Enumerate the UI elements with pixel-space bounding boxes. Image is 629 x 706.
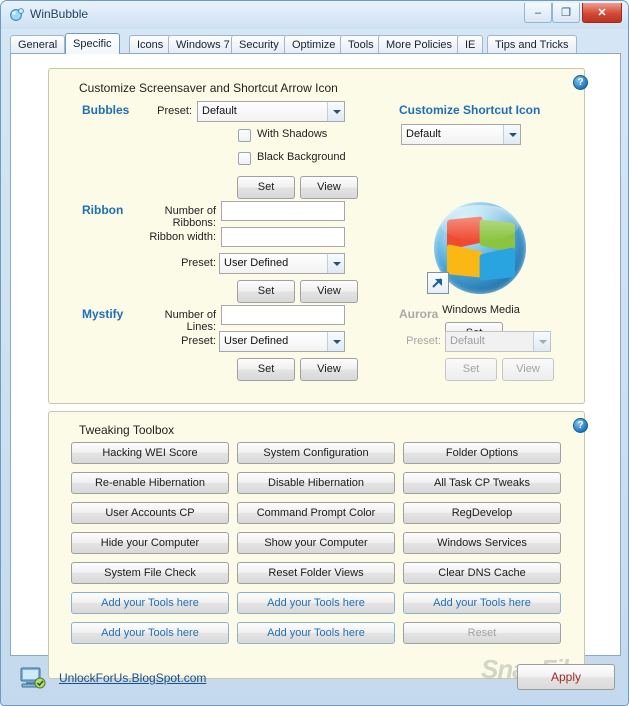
mystify-preset-value: User Defined <box>224 335 289 347</box>
bubbles-preset-combo[interactable]: Default <box>197 101 345 122</box>
bubbles-set-button[interactable]: Set <box>237 176 295 199</box>
chevron-down-icon <box>533 332 550 351</box>
computer-icon <box>20 666 46 690</box>
toolbox-button-hacking-wei-score[interactable]: Hacking WEI Score <box>71 442 229 464</box>
status-bar: UnlockForUs.BlogSpot.com Apply <box>10 658 621 697</box>
toolbox-button-disable-hibernation[interactable]: Disable Hibernation <box>237 472 395 494</box>
toolbox-button-regdevelop[interactable]: RegDevelop <box>403 502 561 524</box>
close-button[interactable]: ✕ <box>582 3 622 23</box>
toolbox-button-command-prompt-color[interactable]: Command Prompt Color <box>237 502 395 524</box>
toolbox-button-show-your-computer[interactable]: Show your Computer <box>237 532 395 554</box>
ribbon-preset-combo[interactable]: User Defined <box>219 253 345 274</box>
tab-icons[interactable]: Icons <box>129 35 172 54</box>
winbubble-icon <box>9 7 25 23</box>
tab-optimize[interactable]: Optimize <box>284 35 344 54</box>
ribbon-view-button[interactable]: View <box>300 280 358 303</box>
help-icon[interactable]: ? <box>573 418 588 433</box>
ribbon-width-input[interactable] <box>221 227 345 247</box>
toolbox-button-folder-options[interactable]: Folder Options <box>403 442 561 464</box>
shortcut-section-label: Customize Shortcut Icon <box>399 103 541 117</box>
tab-more-policies[interactable]: More Policies <box>378 35 461 54</box>
ribbon-section-label: Ribbon <box>82 203 124 217</box>
mystify-view-button[interactable]: View <box>300 358 358 381</box>
toolbox-button-system-configuration[interactable]: System Configuration <box>237 442 395 464</box>
black-background-label: Black Background <box>257 151 346 163</box>
tab-windows-7[interactable]: Windows 7 <box>168 35 238 54</box>
aurora-preset-value: Default <box>450 335 485 347</box>
mystify-preset-label: Preset: <box>181 335 216 347</box>
toolbox-button-add-your-tools-1[interactable]: Add your Tools here <box>71 592 229 614</box>
website-link[interactable]: UnlockForUs.BlogSpot.com <box>59 671 206 685</box>
ribbon-number-input[interactable] <box>221 201 345 221</box>
mystify-section-label: Mystify <box>82 307 124 321</box>
checkbox-box[interactable] <box>238 152 251 165</box>
title-bar: WinBubble – ❐ ✕ <box>1 1 628 29</box>
help-icon[interactable]: ? <box>573 75 588 90</box>
toolbox-button-windows-services[interactable]: Windows Services <box>403 532 561 554</box>
minimize-button[interactable]: – <box>524 3 552 23</box>
windows-logo-preview <box>427 202 530 298</box>
bubbles-preset-label: Preset: <box>157 105 192 117</box>
toolbox-button-add-your-tools-5[interactable]: Add your Tools here <box>237 622 395 644</box>
tab-security[interactable]: Security <box>231 35 287 54</box>
bubbles-section-label: Bubbles <box>82 103 130 117</box>
chevron-down-icon[interactable] <box>327 102 344 121</box>
toolbox-button-hide-your-computer[interactable]: Hide your Computer <box>71 532 229 554</box>
orb-quadrant-blue <box>479 246 516 281</box>
aurora-preset-combo: Default <box>445 331 551 352</box>
tab-page-specific: Customize Screensaver and Shortcut Arrow… <box>10 53 621 684</box>
toolbox-button-clear-dns-cache[interactable]: Clear DNS Cache <box>403 562 561 584</box>
checkbox-box[interactable] <box>238 129 251 142</box>
tab-specific[interactable]: Specific <box>65 33 120 54</box>
maximize-button[interactable]: ❐ <box>552 3 580 23</box>
apply-button[interactable]: Apply <box>517 664 615 690</box>
toolbox-button-add-your-tools-4[interactable]: Add your Tools here <box>71 622 229 644</box>
tab-ie[interactable]: IE <box>457 35 484 54</box>
mystify-preset-combo[interactable]: User Defined <box>219 331 345 352</box>
aurora-preset-label: Preset: <box>406 335 441 347</box>
bubbles-view-button[interactable]: View <box>300 176 358 199</box>
mystify-set-button[interactable]: Set <box>237 358 295 381</box>
chevron-down-icon[interactable] <box>327 332 344 351</box>
with-shadows-label: With Shadows <box>257 128 328 140</box>
shortcut-preset-combo[interactable]: Default <box>401 124 521 145</box>
application-window: WinBubble – ❐ ✕ General Specific Icons W… <box>0 0 629 706</box>
toolbox-button-reset[interactable]: Reset <box>403 622 561 644</box>
orb-gloss <box>440 205 520 241</box>
tab-tips-and-tricks[interactable]: Tips and Tricks <box>487 35 577 54</box>
ribbon-set-button[interactable]: Set <box>237 280 295 303</box>
orb-quadrant-yellow <box>446 243 483 278</box>
toolbox-button-re-enable-hibernation[interactable]: Re-enable Hibernation <box>71 472 229 494</box>
toolbox-button-all-task-cp-tweaks[interactable]: All Task CP Tweaks <box>403 472 561 494</box>
screensaver-group-title: Customize Screensaver and Shortcut Arrow… <box>79 81 338 95</box>
shortcut-preset-value: Default <box>406 128 441 140</box>
toolbox-button-reset-folder-views[interactable]: Reset Folder Views <box>237 562 395 584</box>
ribbon-width-label: Ribbon width: <box>149 231 216 243</box>
ribbon-number-label: Number of Ribbons: <box>164 205 216 229</box>
mystify-lines-label: Number of Lines: <box>164 309 216 333</box>
mystify-lines-input[interactable] <box>221 305 345 325</box>
shortcut-arrow-icon <box>427 272 449 294</box>
ribbon-preset-value: User Defined <box>224 257 289 269</box>
window-title: WinBubble <box>30 7 89 21</box>
tab-tools[interactable]: Tools <box>340 35 382 54</box>
toolbox-group-title: Tweaking Toolbox <box>79 423 175 437</box>
bubbles-preset-value: Default <box>202 105 237 117</box>
chevron-down-icon[interactable] <box>327 254 344 273</box>
aurora-section-label: Aurora <box>399 307 439 321</box>
chevron-down-icon[interactable] <box>503 125 520 144</box>
aurora-view-button: View <box>502 358 554 381</box>
toolbox-button-add-your-tools-2[interactable]: Add your Tools here <box>237 592 395 614</box>
toolbox-button-system-file-check[interactable]: System File Check <box>71 562 229 584</box>
tab-strip: General Specific Icons Windows 7 Securit… <box>10 33 621 54</box>
toolbox-button-add-your-tools-3[interactable]: Add your Tools here <box>403 592 561 614</box>
aurora-set-button: Set <box>445 358 497 381</box>
ribbon-preset-label: Preset: <box>181 257 216 269</box>
toolbox-button-user-accounts-cp[interactable]: User Accounts CP <box>71 502 229 524</box>
tab-general[interactable]: General <box>10 35 66 54</box>
